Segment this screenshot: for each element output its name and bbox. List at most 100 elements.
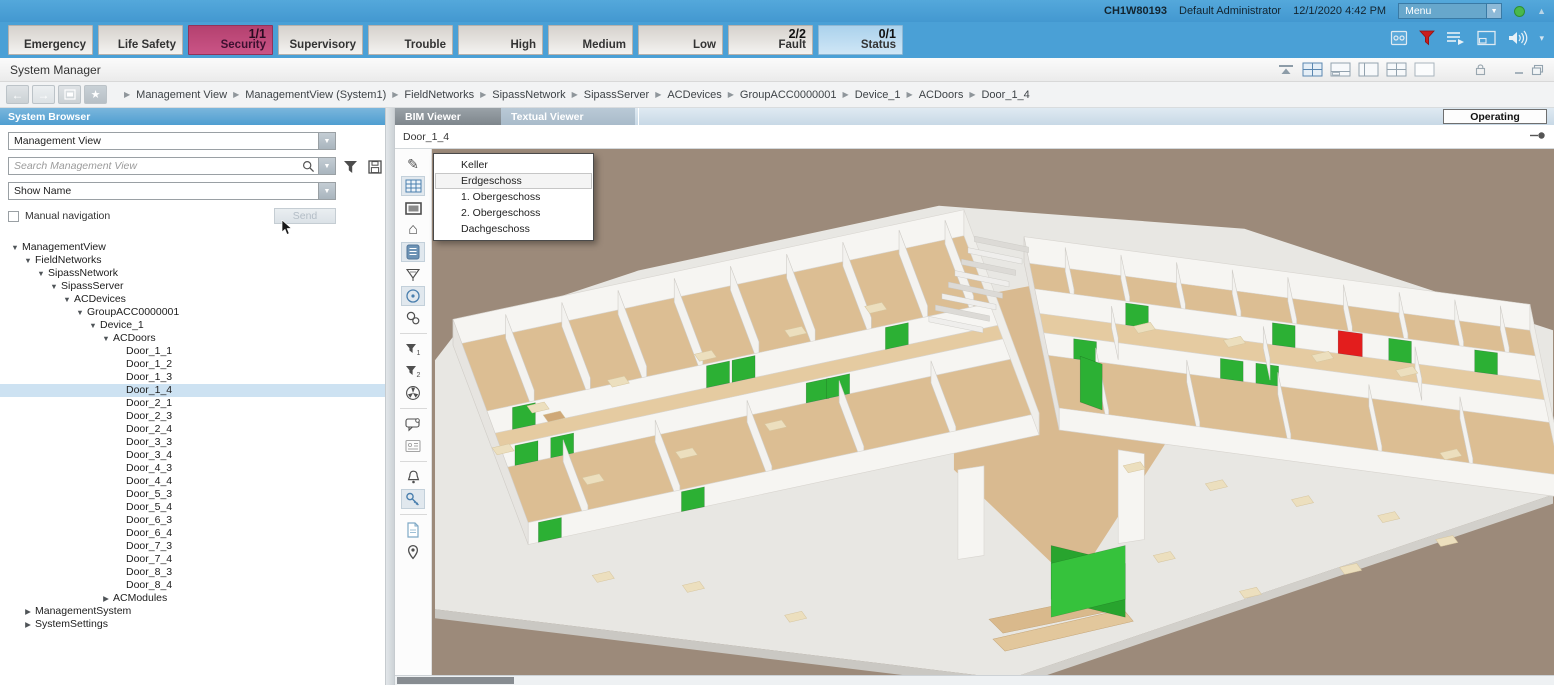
summary-button-medium[interactable]: Medium (548, 25, 633, 55)
pen-icon[interactable]: ✎ (401, 154, 425, 174)
properties-list-icon[interactable] (401, 242, 425, 262)
breadcrumb-item[interactable]: ManagementView (System1) (245, 89, 386, 101)
layout-left-icon[interactable] (1358, 62, 1379, 77)
breadcrumb-item[interactable]: Door_1_4 (981, 89, 1029, 101)
summary-button-emergency[interactable]: Emergency (8, 25, 93, 55)
summary-button-high[interactable]: High (458, 25, 543, 55)
breadcrumb-item[interactable]: ACDevices (667, 89, 721, 101)
breadcrumb-item[interactable]: GroupACC0000001 (740, 89, 837, 101)
tree-item-door_1_3[interactable]: Door_1_3 (0, 371, 385, 384)
floor-menu-item-2-obergeschoss[interactable]: 2. Obergeschoss (435, 205, 592, 221)
tree-item-groupacc0000001[interactable]: ▼GroupACC0000001 (0, 306, 385, 319)
tree-item-door_7_4[interactable]: Door_7_4 (0, 553, 385, 566)
back-button[interactable]: ← (6, 85, 29, 104)
floor-menu-item-dachgeschoss[interactable]: Dachgeschoss (435, 221, 592, 237)
tree-item-door_6_3[interactable]: Door_6_3 (0, 514, 385, 527)
filter-icon[interactable] (343, 160, 358, 179)
tab-bim-viewer[interactable]: BIM Viewer (395, 108, 501, 125)
audio-icon[interactable] (1506, 28, 1530, 48)
event-list-icon[interactable] (1445, 28, 1467, 48)
tree-item-door_8_3[interactable]: Door_8_3 (0, 566, 385, 579)
tree-item-acdevices[interactable]: ▼ACDevices (0, 293, 385, 306)
favorites-button[interactable]: ★ (84, 85, 107, 104)
view-selector-dropdown[interactable]: Management View ▼ (8, 132, 336, 150)
summary-button-fault[interactable]: 2/2Fault (728, 25, 813, 55)
rotate-fan-icon[interactable] (401, 383, 425, 403)
horizontal-scrollbar[interactable] (395, 675, 1554, 685)
summary-button-supervisory[interactable]: Supervisory (278, 25, 363, 55)
tree-item-door_2_3[interactable]: Door_2_3 (0, 410, 385, 423)
target-icon[interactable] (401, 286, 425, 306)
manual-navigation-checkbox[interactable] (8, 211, 19, 222)
comment-icon[interactable] (401, 414, 425, 434)
key-icon[interactable] (401, 489, 425, 509)
tree-item-door_3_4[interactable]: Door_3_4 (0, 449, 385, 462)
tree-item-door_2_1[interactable]: Door_2_1 (0, 397, 385, 410)
save-icon[interactable] (368, 160, 382, 179)
display-mode-dropdown[interactable]: Show Name ▼ (8, 182, 336, 200)
summary-button-trouble[interactable]: Trouble (368, 25, 453, 55)
breadcrumb-item[interactable]: ACDoors (919, 89, 964, 101)
tree-item-acdoors[interactable]: ▼ACDoors (0, 332, 385, 345)
pdf-document-icon[interactable] (401, 520, 425, 540)
screen-icon[interactable] (401, 198, 425, 218)
tree-item-door_1_1[interactable]: Door_1_1 (0, 345, 385, 358)
chevron-down-icon[interactable]: ▼ (318, 133, 335, 149)
panel-splitter[interactable] (385, 108, 395, 685)
tree-item-managementview[interactable]: ▼ManagementView (0, 241, 385, 254)
breadcrumb-item[interactable]: FieldNetworks (404, 89, 474, 101)
tab-textual-viewer[interactable]: Textual Viewer (501, 108, 635, 125)
summary-button-life-safety[interactable]: Life Safety (98, 25, 183, 55)
summary-button-security[interactable]: 1/1Security (188, 25, 273, 55)
tree-item-door_2_4[interactable]: Door_2_4 (0, 423, 385, 436)
filter-2-icon[interactable]: 2 (401, 361, 425, 381)
alarm-bell-icon[interactable] (401, 467, 425, 487)
chevron-down-icon[interactable]: ▼ (318, 183, 335, 199)
link-circles-icon[interactable] (401, 308, 425, 328)
tree-item-sipassserver[interactable]: ▼SipassServer (0, 280, 385, 293)
badge-card-icon[interactable] (401, 436, 425, 456)
location-pin-icon[interactable] (401, 542, 425, 562)
restore-icon[interactable] (1531, 64, 1544, 76)
minimize-icon[interactable] (1514, 65, 1524, 75)
tree-item-door_4_3[interactable]: Door_4_3 (0, 462, 385, 475)
search-input[interactable]: Search Management View ▼ (8, 157, 336, 175)
forward-button[interactable]: → (32, 85, 55, 104)
caret-down-icon[interactable]: ▾ (1539, 33, 1544, 44)
menu-dropdown[interactable]: Menu ▼ (1398, 3, 1502, 19)
collapse-bar-icon[interactable]: ▲ (1537, 6, 1546, 16)
tree-item-device_1[interactable]: ▼Device_1 (0, 319, 385, 332)
tree-item-door_1_2[interactable]: Door_1_2 (0, 358, 385, 371)
filter-1-icon[interactable]: 1 (401, 339, 425, 359)
tree-item-door_3_3[interactable]: Door_3_3 (0, 436, 385, 449)
collapse-pane-icon[interactable] (1277, 63, 1295, 77)
tree-item-door_4_4[interactable]: Door_4_4 (0, 475, 385, 488)
tree-item-door_7_3[interactable]: Door_7_3 (0, 540, 385, 553)
pin-icon[interactable] (1530, 131, 1546, 143)
breadcrumb-item[interactable]: Device_1 (855, 89, 901, 101)
tree-item-managementsystem[interactable]: ▶ManagementSystem (0, 605, 385, 618)
tree-item-acmodules[interactable]: ▶ACModules (0, 592, 385, 605)
tree-item-systemsettings[interactable]: ▶SystemSettings (0, 618, 385, 631)
summary-button-status[interactable]: 0/1Status (818, 25, 903, 55)
event-filter-icon[interactable] (1418, 28, 1436, 48)
tree-item-door_8_4[interactable]: Door_8_4 (0, 579, 385, 592)
floorplan-grid-icon[interactable] (401, 176, 425, 196)
summary-button-low[interactable]: Low (638, 25, 723, 55)
bim-3d-scene[interactable] (432, 149, 1554, 675)
layout-quad-icon[interactable] (1386, 62, 1407, 77)
floor-menu-item-keller[interactable]: Keller (435, 157, 592, 173)
breadcrumb-item[interactable]: SipassNetwork (492, 89, 565, 101)
tree-item-door_5_3[interactable]: Door_5_3 (0, 488, 385, 501)
tree-item-fieldnetworks[interactable]: ▼FieldNetworks (0, 254, 385, 267)
layout-panes-icon[interactable] (1476, 28, 1497, 48)
chevron-down-icon[interactable]: ▼ (318, 158, 335, 174)
breadcrumb-item[interactable]: Management View (136, 89, 227, 101)
operations-panel-icon[interactable] (1389, 28, 1409, 48)
search-icon[interactable] (302, 160, 315, 173)
breadcrumb-item[interactable]: SipassServer (584, 89, 649, 101)
tree-item-sipassnetwork[interactable]: ▼SipassNetwork (0, 267, 385, 280)
view-cone-icon[interactable] (401, 264, 425, 284)
tree-item-door_6_4[interactable]: Door_6_4 (0, 527, 385, 540)
floor-menu-item-1-obergeschoss[interactable]: 1. Obergeschoss (435, 189, 592, 205)
